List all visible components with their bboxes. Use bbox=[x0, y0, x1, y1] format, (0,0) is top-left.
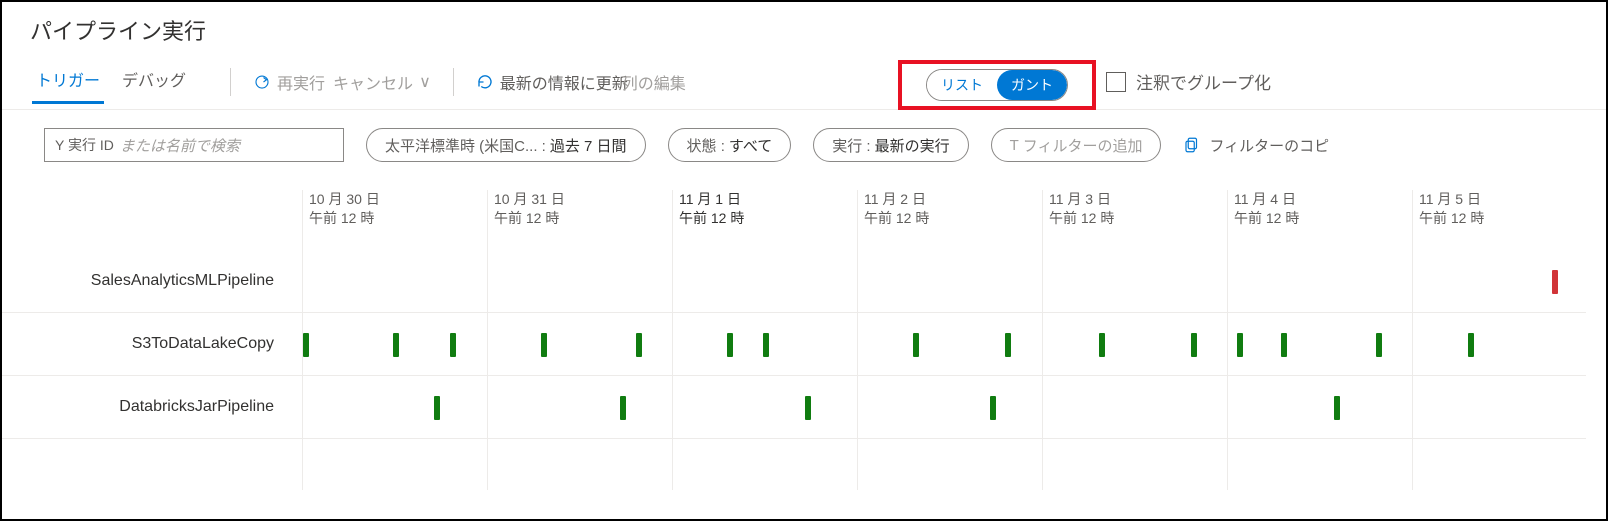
pipeline-row-label[interactable]: DatabricksJarPipeline bbox=[2, 376, 292, 439]
time-column-header: 10 月 30 日午前 12 時 bbox=[309, 190, 380, 228]
pipeline-row-track bbox=[292, 376, 1586, 439]
run-mark-success[interactable] bbox=[1191, 333, 1197, 357]
run-mark-success[interactable] bbox=[1237, 333, 1243, 357]
run-mark-failed[interactable] bbox=[1552, 270, 1558, 294]
run-mark-success[interactable] bbox=[1005, 333, 1011, 357]
run-mark-success[interactable] bbox=[393, 333, 399, 357]
filter-tz-val: 過去 7 日間 bbox=[550, 135, 627, 156]
copy-filter-button[interactable]: フィルターのコピ bbox=[1183, 135, 1329, 156]
gantt-chartarea: 10 月 30 日午前 12 時 10 月 31 日午前 12 時 11 月 1 日… bbox=[292, 190, 1586, 490]
view-toggle-highlight: リスト ガント bbox=[898, 60, 1096, 110]
tabs: トリガー デバッグ bbox=[32, 59, 190, 104]
gantt-yaxis: SalesAnalyticsMLPipelineS3ToDataLakeCopy… bbox=[2, 250, 292, 439]
refresh-label: 最新の情報に更新 bbox=[500, 70, 628, 94]
copy-icon bbox=[1183, 136, 1201, 154]
view-toggle: リスト ガント bbox=[926, 69, 1068, 101]
group-by-label: 注釈でグループ化 bbox=[1136, 69, 1271, 94]
run-mark-success[interactable] bbox=[1281, 333, 1287, 357]
refresh-icon bbox=[476, 73, 494, 91]
add-filter-prefix: T bbox=[1010, 137, 1019, 154]
rerun-label: 再実行 bbox=[277, 70, 325, 94]
pipeline-row-label[interactable]: S3ToDataLakeCopy bbox=[2, 313, 292, 376]
search-input[interactable]: Y 実行 ID または名前で検索 bbox=[44, 128, 344, 162]
run-mark-success[interactable] bbox=[1376, 333, 1382, 357]
refresh-button[interactable]: 最新の情報に更新 bbox=[470, 66, 634, 98]
cancel-label: キャンセル bbox=[333, 70, 413, 94]
filter-bar: Y 実行 ID または名前で検索 太平洋標準時 (米国C... : 過去 7 日… bbox=[2, 110, 1606, 170]
time-column-header: 11 月 4 日午前 12 時 bbox=[1234, 190, 1299, 228]
add-filter-label: フィルターの追加 bbox=[1023, 135, 1143, 156]
cancel-button[interactable]: キャンセル ∨ bbox=[327, 66, 437, 98]
toolbar: トリガー デバッグ 再実行 キャンセル ∨ 最新の情報に更新 列の編集 リスト … bbox=[2, 54, 1606, 110]
time-column-header: 11 月 3 日午前 12 時 bbox=[1049, 190, 1114, 228]
pipeline-row-track bbox=[292, 313, 1586, 376]
gantt-chart: SalesAnalyticsMLPipelineS3ToDataLakeCopy… bbox=[2, 190, 1606, 490]
rerun-icon bbox=[253, 73, 271, 91]
toggle-gantt[interactable]: ガント bbox=[997, 70, 1067, 100]
filter-tz-key: 太平洋標準時 (米国C... : bbox=[385, 135, 546, 156]
toggle-list[interactable]: リスト bbox=[927, 70, 997, 100]
add-filter-button[interactable]: T フィルターの追加 bbox=[991, 128, 1162, 162]
search-prefix: Y 実行 ID bbox=[55, 135, 114, 155]
filter-status[interactable]: 状態 : すべて bbox=[668, 128, 792, 162]
divider bbox=[453, 68, 454, 96]
run-mark-success[interactable] bbox=[541, 333, 547, 357]
filter-timezone[interactable]: 太平洋標準時 (米国C... : 過去 7 日間 bbox=[366, 128, 646, 162]
time-column-header: 11 月 2 日午前 12 時 bbox=[864, 190, 929, 228]
filter-run-key: 実行 : bbox=[832, 135, 870, 156]
run-mark-success[interactable] bbox=[434, 396, 440, 420]
rerun-button[interactable]: 再実行 bbox=[247, 66, 331, 98]
search-placeholder: または名前で検索 bbox=[120, 135, 240, 156]
run-mark-success[interactable] bbox=[303, 333, 309, 357]
pipeline-row-track bbox=[292, 250, 1586, 313]
run-mark-success[interactable] bbox=[913, 333, 919, 357]
group-by-checkbox[interactable] bbox=[1106, 72, 1126, 92]
filter-run-val: 最新の実行 bbox=[875, 135, 950, 156]
run-mark-success[interactable] bbox=[636, 333, 642, 357]
group-by-annotation[interactable]: 注釈でグループ化 bbox=[1106, 69, 1271, 94]
page-title: パイプライン実行 bbox=[2, 2, 1606, 54]
run-mark-success[interactable] bbox=[763, 333, 769, 357]
run-mark-success[interactable] bbox=[805, 396, 811, 420]
run-mark-success[interactable] bbox=[1334, 396, 1340, 420]
filter-run[interactable]: 実行 : 最新の実行 bbox=[813, 128, 968, 162]
pipeline-row-label[interactable]: SalesAnalyticsMLPipeline bbox=[2, 250, 292, 313]
copy-filter-label: フィルターのコピ bbox=[1209, 135, 1329, 156]
time-column-header: 11 月 5 日午前 12 時 bbox=[1419, 190, 1484, 228]
edit-columns-label: 列の編集 bbox=[622, 70, 686, 94]
edit-columns-button[interactable]: 列の編集 bbox=[616, 66, 692, 98]
filter-status-key: 状態 : bbox=[687, 135, 725, 156]
run-mark-success[interactable] bbox=[1099, 333, 1105, 357]
time-column-header: 11 月 1 日午前 12 時 bbox=[679, 190, 744, 228]
run-mark-success[interactable] bbox=[1468, 333, 1474, 357]
tab-trigger[interactable]: トリガー bbox=[32, 59, 104, 104]
time-column-header: 10 月 31 日午前 12 時 bbox=[494, 190, 565, 228]
tab-debug[interactable]: デバッグ bbox=[118, 59, 190, 104]
filter-status-val: すべて bbox=[729, 135, 772, 156]
divider bbox=[230, 68, 231, 96]
run-mark-success[interactable] bbox=[450, 333, 456, 357]
chevron-down-icon: ∨ bbox=[419, 72, 431, 92]
run-mark-success[interactable] bbox=[727, 333, 733, 357]
run-mark-success[interactable] bbox=[990, 396, 996, 420]
run-mark-success[interactable] bbox=[620, 396, 626, 420]
